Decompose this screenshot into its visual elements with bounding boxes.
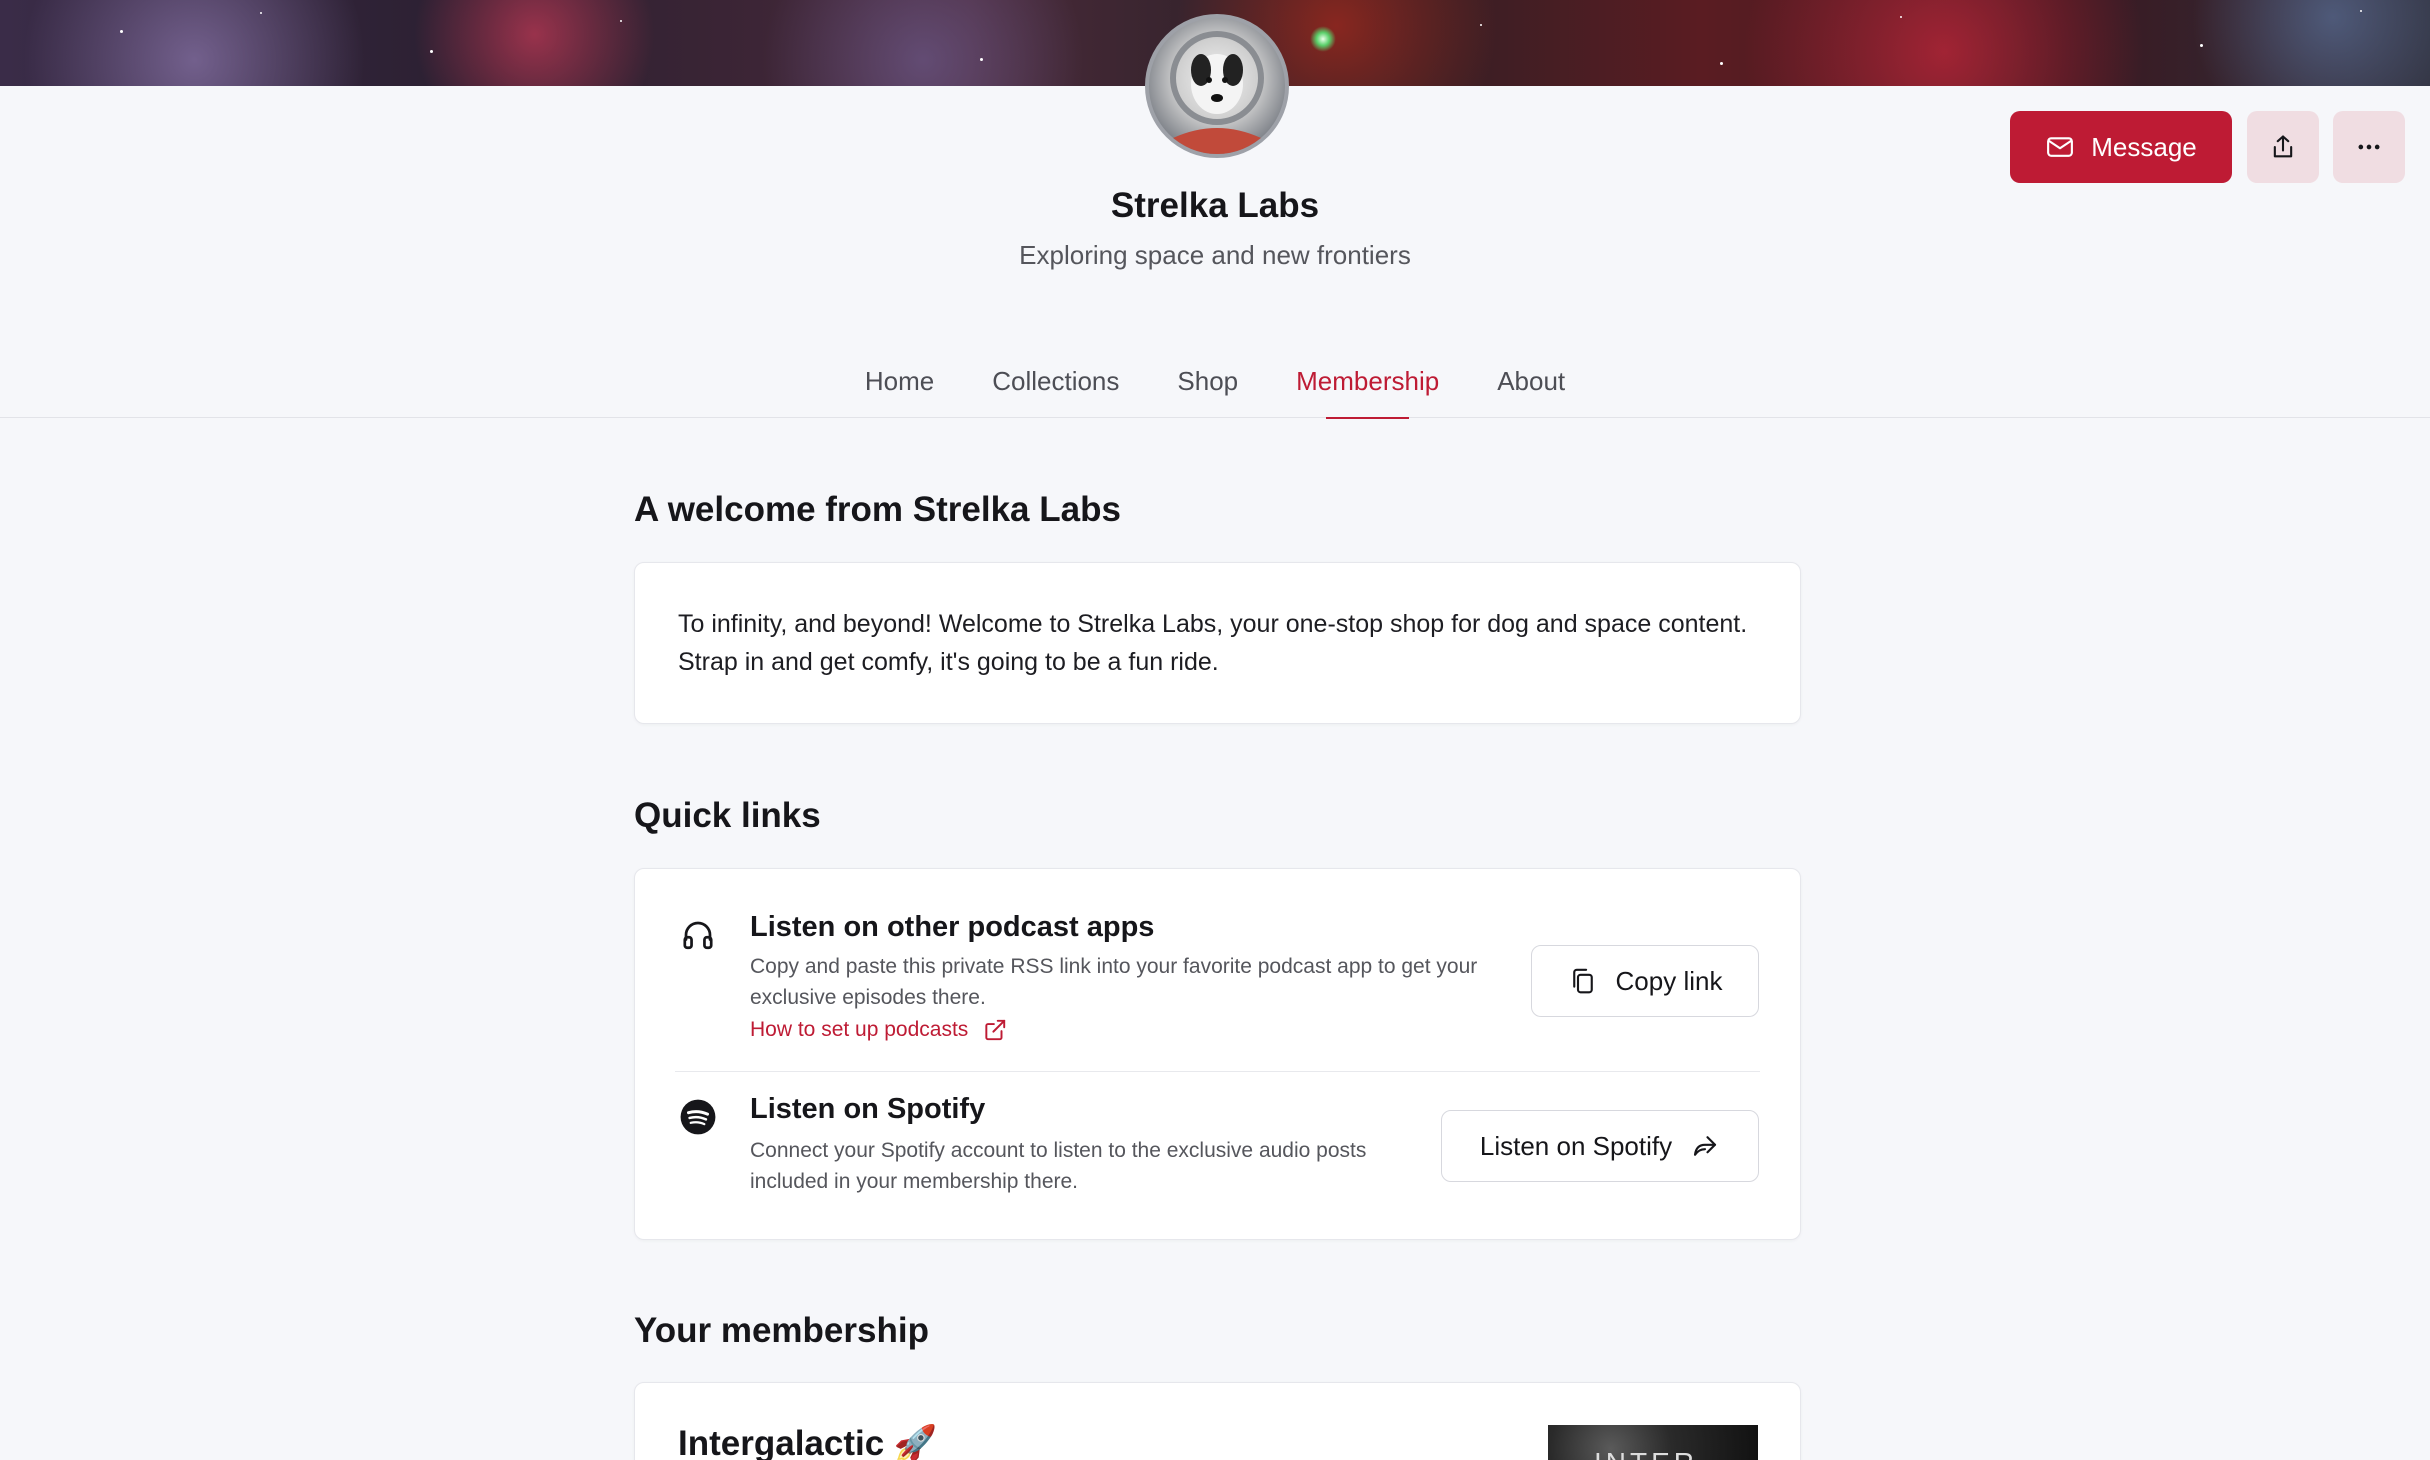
external-link-icon — [985, 1019, 1006, 1041]
more-options-button[interactable] — [2333, 111, 2405, 183]
welcome-text: To infinity, and beyond! Welcome to Stre… — [678, 610, 1748, 676]
message-button[interactable]: Message — [2010, 111, 2232, 183]
podcast-apps-description: Copy and paste this private RSS link int… — [750, 955, 1478, 1009]
membership-heading: Your membership — [634, 1311, 929, 1350]
active-tab-indicator — [1326, 417, 1410, 419]
quick-links-card: Listen on other podcast apps Copy and pa… — [634, 868, 1801, 1240]
spotify-icon — [678, 1097, 718, 1137]
quick-links-divider — [675, 1071, 1760, 1072]
creator-tagline: Exploring space and new frontiers — [1019, 240, 1411, 270]
spotify-title: Listen on Spotify — [750, 1093, 986, 1125]
welcome-heading: A welcome from Strelka Labs — [634, 490, 1121, 529]
membership-tier-image-text: INTER — [1594, 1447, 1698, 1460]
creator-name: Strelka Labs — [1110, 186, 1320, 225]
tab-membership[interactable]: Membership — [1296, 348, 1439, 419]
share-button[interactable] — [2247, 111, 2319, 183]
copy-icon — [1572, 968, 1593, 994]
listen-on-spotify-button[interactable]: Listen on Spotify — [1441, 1110, 1759, 1182]
quick-links-heading: Quick links — [634, 796, 821, 835]
headphones-icon — [678, 915, 718, 955]
membership-tier-name: Intergalactic 🚀 — [678, 1424, 938, 1460]
space-dog-avatar-image — [1170, 31, 1264, 154]
message-button-label: Message — [2091, 131, 2197, 162]
share-upload-icon — [2273, 135, 2293, 158]
copy-link-label: Copy link — [1615, 965, 1723, 996]
tab-about[interactable]: About — [1497, 348, 1565, 418]
podcast-apps-title: Listen on other podcast apps — [750, 911, 1155, 943]
membership-tier-image: INTER — [1548, 1425, 1758, 1460]
mail-icon — [2047, 137, 2074, 157]
profile-tabs: Home Collections Shop Membership About — [0, 348, 2430, 419]
tab-home[interactable]: Home — [865, 348, 934, 418]
setup-podcasts-link[interactable]: How to set up podcasts — [750, 1017, 1008, 1043]
copy-link-button[interactable]: Copy link — [1531, 945, 1759, 1017]
setup-podcasts-link-label: How to set up podcasts — [750, 1018, 969, 1041]
page: Message Strelka Labs Exploring space and… — [0, 0, 2430, 1460]
spotify-description: Connect your Spotify account to listen t… — [750, 1139, 1367, 1193]
creator-avatar[interactable] — [1145, 14, 1289, 158]
tab-shop[interactable]: Shop — [1177, 348, 1238, 418]
welcome-card: To infinity, and beyond! Welcome to Stre… — [634, 562, 1801, 724]
tab-collections[interactable]: Collections — [992, 348, 1119, 418]
membership-card: Intergalactic 🚀 INTER — [634, 1382, 1801, 1460]
more-horizontal-icon — [2358, 144, 2380, 150]
listen-on-spotify-label: Listen on Spotify — [1479, 1130, 1673, 1161]
share-forward-icon — [1694, 1136, 1717, 1156]
